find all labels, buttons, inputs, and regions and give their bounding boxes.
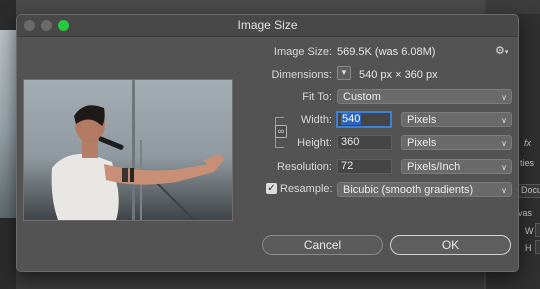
height-unit-select[interactable]: Pixels ∨ [401,135,512,150]
image-size-dialog: Image Size Image Size: 569.5K (was 6.08M… [16,14,519,272]
background-toolbar [16,0,486,14]
canvas-label: vas [518,208,533,218]
image-size-label: Image Size: [273,46,332,58]
resolution-input[interactable]: 72 [337,159,392,174]
chevron-down-icon: ▼ [340,68,348,77]
resolution-unit-select[interactable]: Pixels/Inch ∨ [401,159,512,174]
height-unit-value: Pixels [407,137,437,149]
chevron-down-icon: ∨ [501,163,507,172]
width-value: 540 [341,113,362,125]
canvas-height-field [535,240,540,254]
fit-to-label: Fit To: [302,91,332,103]
fit-to-select[interactable]: Custom ∨ [337,89,512,104]
background-canvas-edge [0,30,16,218]
height-input[interactable]: 360 [337,135,392,150]
dialog-title: Image Size [237,18,298,32]
canvas-width-field [535,223,540,237]
checkmark-icon: ✓ [267,183,276,194]
document-label: Docum [521,185,540,195]
width-label: Width: [300,114,332,126]
document-field: Docum [518,184,540,198]
dimensions-unit-dropdown[interactable]: ▼ [337,66,351,80]
gear-icon[interactable]: ⚙▾ [495,44,508,57]
resample-label: Resample: [280,183,333,195]
background-right-panel-header [486,0,540,14]
height-value: 360 [341,136,360,148]
fx-label: fx [524,138,532,148]
dialog-titlebar[interactable]: Image Size [17,15,518,37]
chevron-down-icon: ∨ [501,116,507,125]
resample-method-select[interactable]: Bicubic (smooth gradients) ∨ [337,182,512,197]
width-unit-value: Pixels [407,114,437,126]
resolution-value: 72 [341,160,354,172]
chevron-down-icon: ∨ [501,186,507,195]
chevron-down-icon: ∨ [501,93,507,102]
resample-checkbox[interactable]: ✓ [266,183,277,194]
resolution-label: Resolution: [276,161,332,173]
resample-method-value: Bicubic (smooth gradients) [343,184,474,196]
image-size-value: 569.5K (was 6.08M) [337,46,436,58]
width-unit-select[interactable]: Pixels ∨ [401,112,512,127]
canvas-height-label: H [525,243,532,253]
ok-button[interactable]: OK [390,235,511,255]
height-label: Height: [297,137,332,149]
image-preview[interactable] [23,79,233,221]
resolution-unit-value: Pixels/Inch [407,161,461,173]
chevron-down-icon: ∨ [501,139,507,148]
dimensions-label: Dimensions: [271,69,332,81]
properties-label: ties [520,158,535,168]
dimensions-value: 540 px × 360 px [359,69,438,81]
fit-to-value: Custom [343,91,381,103]
preview-photo [24,80,232,220]
canvas-width-label: W [525,226,534,236]
width-input[interactable]: 540 [336,111,392,128]
cancel-button[interactable]: Cancel [262,235,383,255]
